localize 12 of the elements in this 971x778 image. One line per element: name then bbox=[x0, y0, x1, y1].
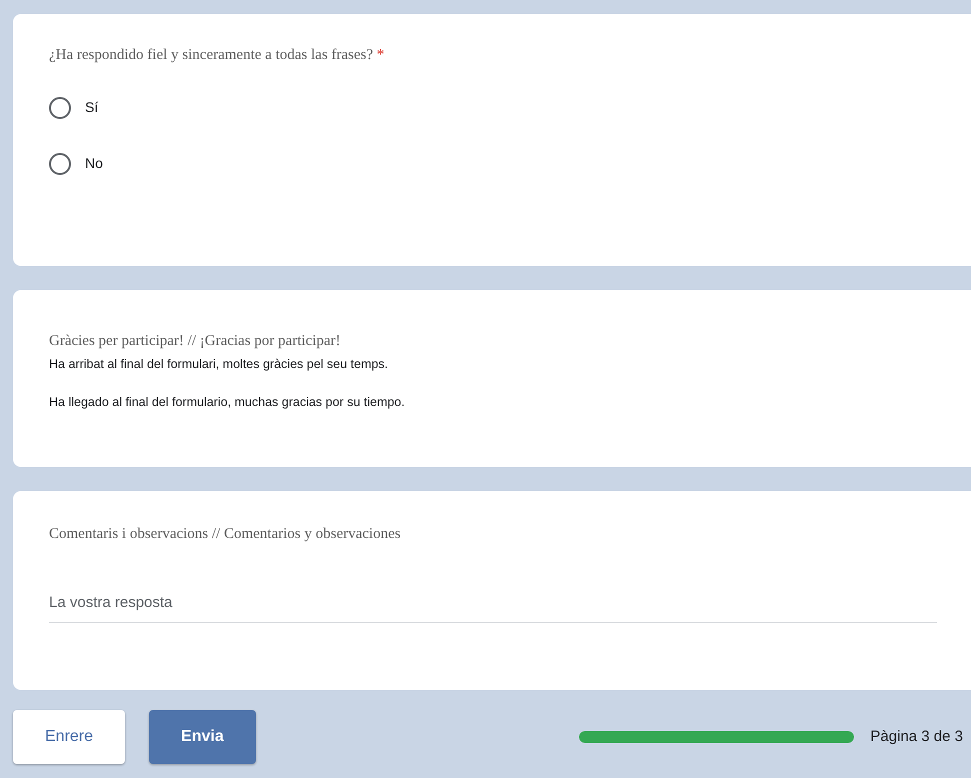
question-title: ¿Ha respondido fiel y sinceramente a todas las frases? * bbox=[49, 46, 386, 65]
back-button[interactable]: Enrere bbox=[13, 710, 126, 764]
question-title: Comentaris i observacions // Comentarios y observaciones bbox=[49, 525, 402, 544]
description-text: Ha llegado al final del formulario, muchas gracias por su tiempo. bbox=[49, 394, 406, 412]
radio-button[interactable] bbox=[49, 152, 71, 174]
submit-button[interactable]: Envia bbox=[149, 710, 256, 764]
option-label: Sí bbox=[85, 98, 98, 117]
page-indicator: Pàgina 3 de 3 bbox=[870, 726, 963, 747]
section-title: Gràcies per participar! // ¡Gracias por participar! bbox=[49, 332, 342, 351]
option-label: No bbox=[85, 154, 103, 173]
description-text: Ha arribat al final del formulari, moltes gràcies pel seu temps. bbox=[49, 356, 390, 373]
radio-button[interactable] bbox=[49, 96, 71, 118]
